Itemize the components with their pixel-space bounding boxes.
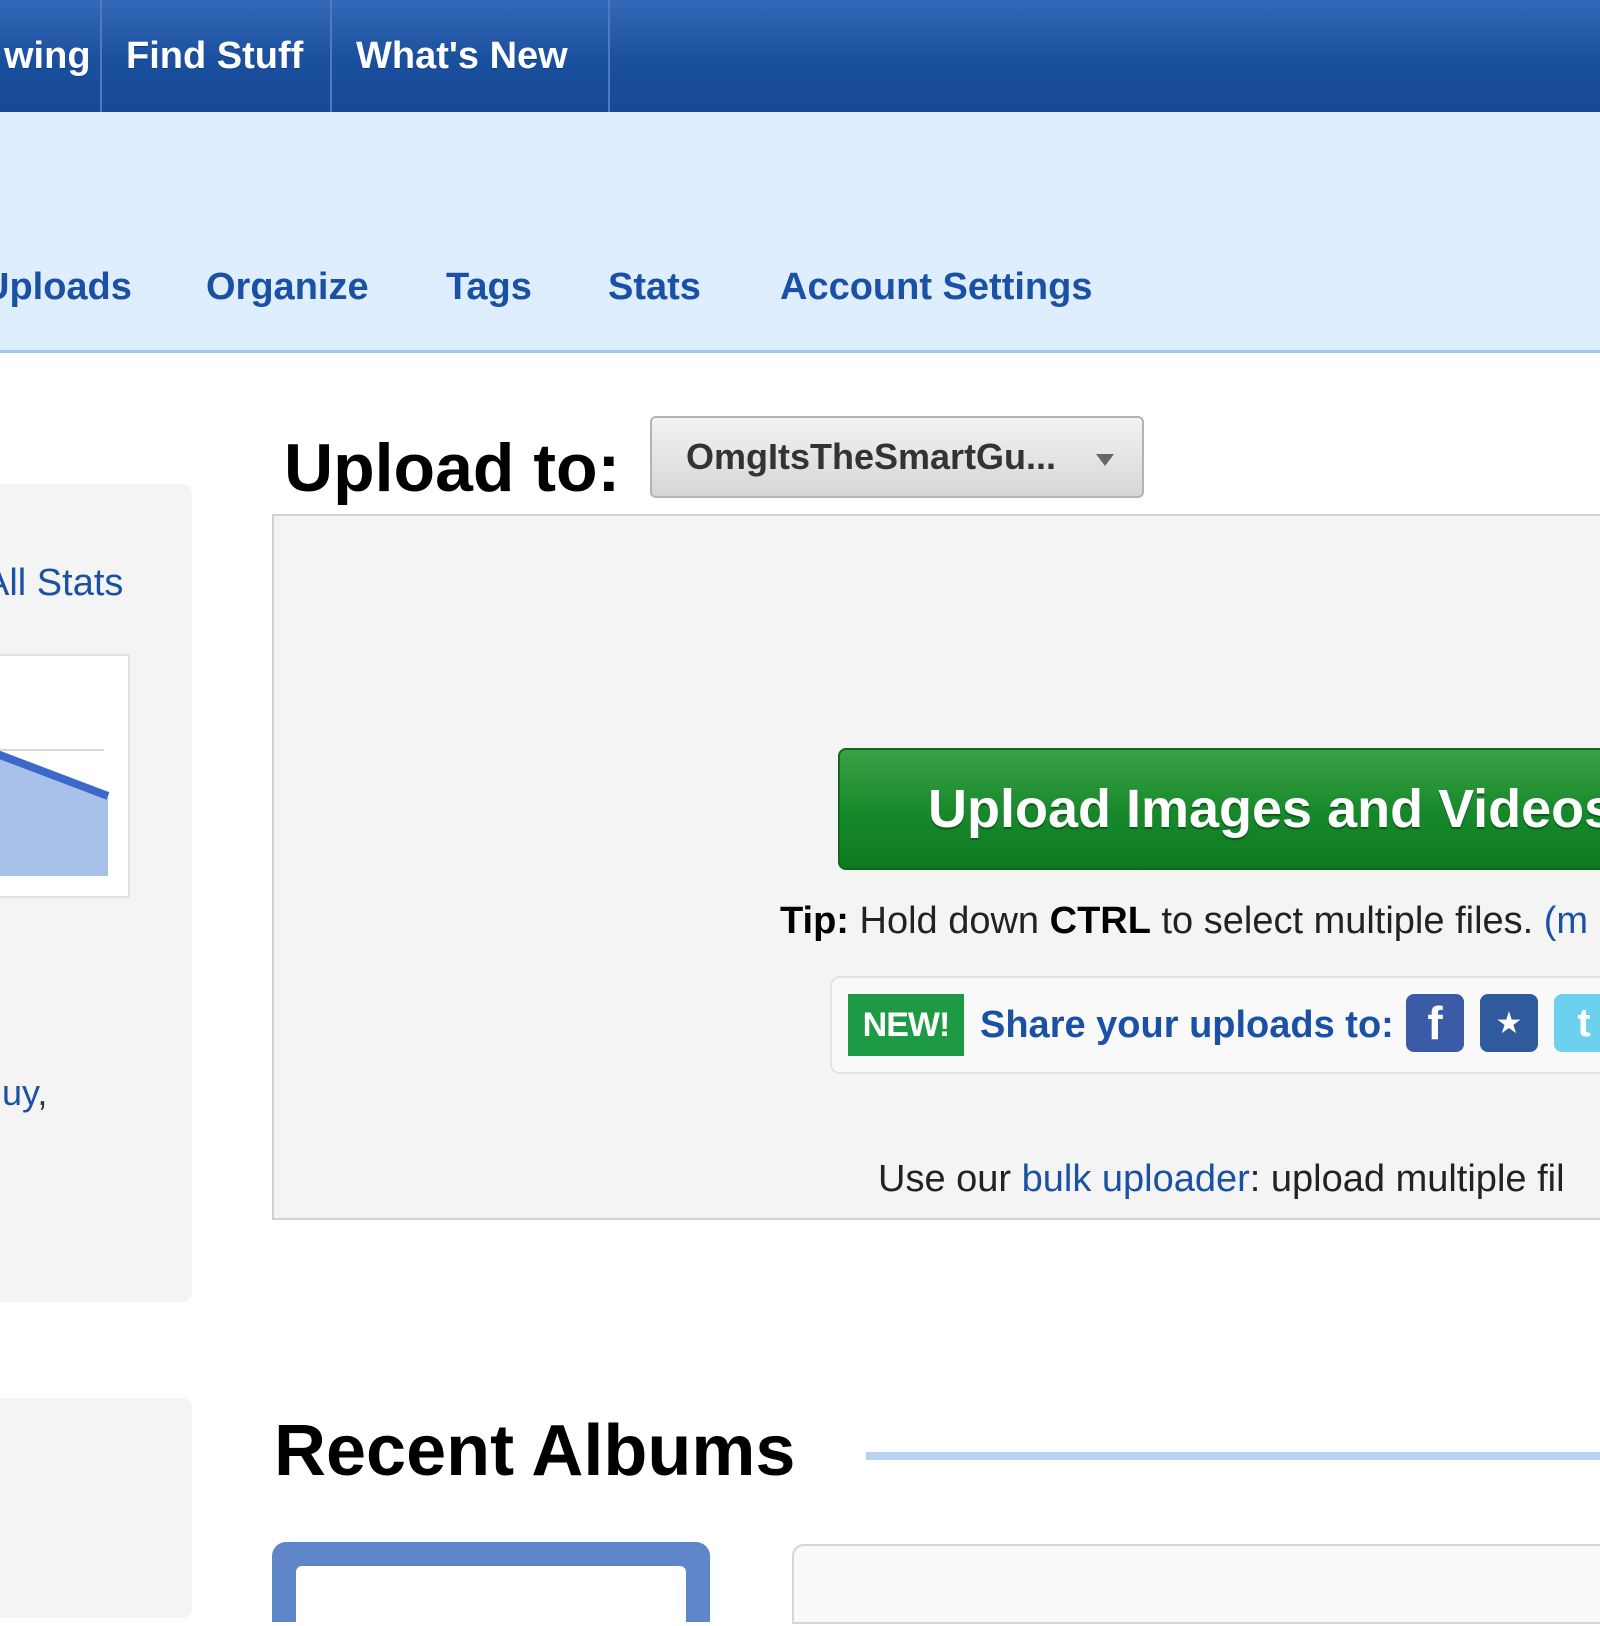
sidebar-box-2	[0, 1398, 192, 1618]
bulk-prefix: Use our	[878, 1158, 1022, 1200]
tab-label: Find Stuff	[126, 34, 304, 77]
upload-to-label: Upload to:	[284, 430, 621, 506]
twitter-icon[interactable]: t	[1554, 994, 1600, 1052]
subnav-stats[interactable]: Stats	[608, 266, 701, 309]
section-divider	[866, 1452, 1600, 1460]
tab-label: wing	[4, 34, 91, 77]
tip-text-1: Hold down	[848, 900, 1050, 942]
bulk-uploader-note: Use our bulk uploader: upload multiple f…	[878, 1158, 1565, 1201]
facebook-icon[interactable]: f	[1406, 994, 1464, 1052]
album-thumbnail[interactable]	[272, 1542, 710, 1626]
sidebar-user-link[interactable]: uy	[2, 1072, 37, 1113]
all-stats-link[interactable]: All Stats	[0, 562, 123, 605]
upload-destination-select[interactable]: OmgItsTheSmartGu...	[650, 416, 1144, 498]
tab-following[interactable]: wing	[0, 0, 102, 112]
album-card[interactable]	[792, 1544, 1600, 1624]
stats-chart-graphic	[0, 749, 110, 876]
subnav-tags[interactable]: Tags	[446, 266, 532, 309]
sidebar-punct: ,	[37, 1072, 48, 1113]
sub-nav: Uploads Organize Tags Stats Account Sett…	[0, 112, 1600, 353]
subnav-account-settings[interactable]: Account Settings	[780, 266, 1092, 309]
chart-area	[0, 755, 108, 876]
myspace-icon[interactable]: ★	[1480, 994, 1538, 1052]
subnav-uploads[interactable]: Uploads	[0, 266, 132, 309]
subnav-organize[interactable]: Organize	[206, 266, 369, 309]
tip-prefix: Tip:	[780, 900, 849, 942]
tab-label: What's New	[356, 34, 568, 77]
top-nav: wing Find Stuff What's New	[0, 0, 1600, 112]
tab-find-stuff[interactable]: Find Stuff	[102, 0, 332, 112]
upload-tip: Tip: Hold down CTRL to select multiple f…	[780, 900, 1588, 943]
bulk-suffix: : upload multiple fil	[1249, 1158, 1565, 1200]
album-thumbnail-image	[296, 1566, 686, 1626]
selected-destination: OmgItsTheSmartGu...	[686, 436, 1057, 477]
recent-albums-title: Recent Albums	[274, 1411, 796, 1491]
dropdown-arrow-icon	[1096, 454, 1114, 466]
upload-images-button[interactable]: Upload Images and Videos	[838, 748, 1600, 870]
tab-whats-new[interactable]: What's New	[332, 0, 610, 112]
tip-text-2: to select multiple files.	[1150, 900, 1544, 942]
tip-key: CTRL	[1049, 900, 1151, 942]
new-badge: NEW!	[848, 994, 964, 1056]
tip-more-link[interactable]: (m	[1544, 900, 1588, 942]
share-uploads-link[interactable]: Share your uploads to:	[980, 1004, 1394, 1047]
bulk-uploader-link[interactable]: bulk uploader	[1022, 1158, 1250, 1200]
sidebar-user-snippet: uy,	[2, 1072, 47, 1114]
stats-mini-chart	[0, 654, 130, 898]
